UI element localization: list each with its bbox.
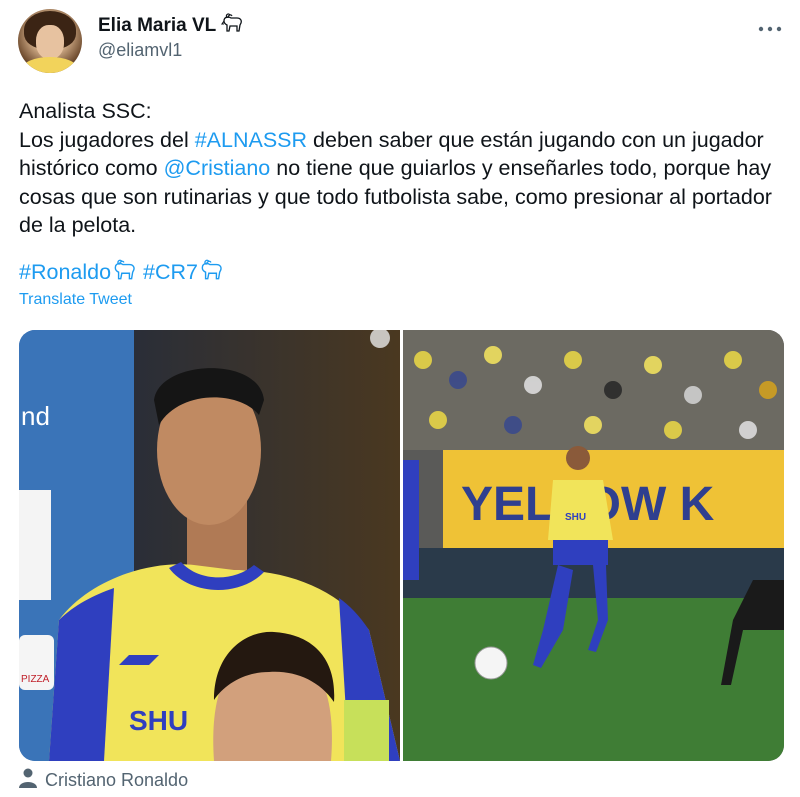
more-icon[interactable] xyxy=(758,14,782,36)
hashtag-cr7-link[interactable]: #CR7 xyxy=(143,260,198,284)
sleeve-patch-text: PIZZA xyxy=(21,674,50,685)
hashtag-ronaldo-link[interactable]: #Ronaldo xyxy=(19,260,111,284)
tweet-line-1: Analista SSC: xyxy=(19,99,152,123)
goat-icon xyxy=(198,258,224,289)
mention-cristiano-link[interactable]: @Cristiano xyxy=(164,156,271,180)
author-handle[interactable]: @eliamvl1 xyxy=(98,40,182,61)
author-name-row: Elia Maria VL xyxy=(98,12,244,39)
tagged-user-name: Cristiano Ronaldo xyxy=(45,770,189,790)
goat-icon xyxy=(111,258,137,289)
author-display-name[interactable]: Elia Maria VL xyxy=(98,15,216,37)
jersey-sponsor-text: SHU xyxy=(129,705,188,736)
avatar-shoulder xyxy=(22,57,78,73)
photo-ronaldo-portrait[interactable]: nd SHU PIZZA xyxy=(19,330,400,761)
author-avatar[interactable] xyxy=(18,9,82,73)
tweet-text: Analista SSC: Los jugadores del #ALNASSR… xyxy=(19,97,779,240)
player-jersey-text: SHU xyxy=(565,512,586,523)
hashtag-row: #Ronaldo #CR7 xyxy=(19,258,224,289)
avatar-face xyxy=(36,25,64,59)
tweet-text-segment: Los jugadores del xyxy=(19,127,195,152)
hashtag-alnassr-link[interactable]: #ALNASSR xyxy=(195,128,307,152)
photo-match-action[interactable]: YELLOW K SHU xyxy=(403,330,784,761)
media-grid: nd SHU PIZZA K SHU xyxy=(19,330,784,761)
tagged-user-row[interactable]: Cristiano Ronaldo xyxy=(19,768,188,793)
goat-icon xyxy=(220,12,244,39)
background-sign-text: nd xyxy=(21,401,50,431)
translate-tweet-link[interactable]: Translate Tweet xyxy=(19,291,132,309)
person-icon xyxy=(19,768,37,793)
